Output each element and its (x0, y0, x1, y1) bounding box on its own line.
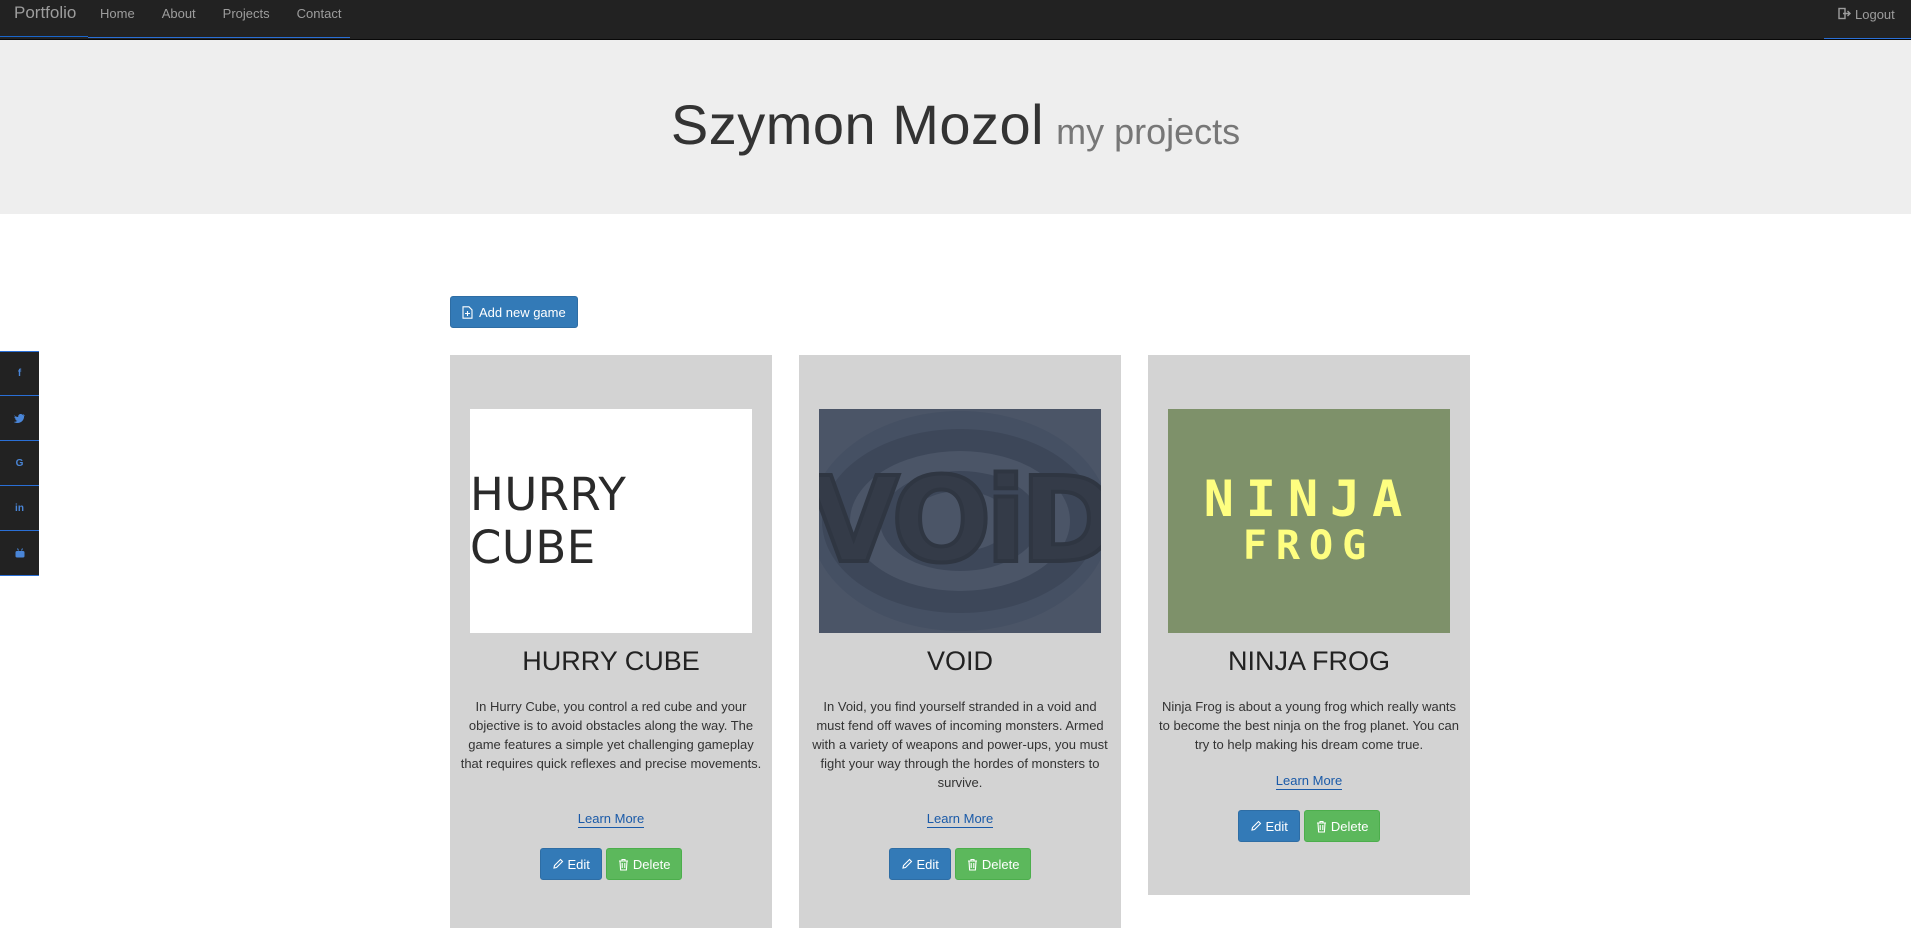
nav-link-contact[interactable]: Contact (297, 0, 342, 38)
edit-button[interactable]: Edit (1237, 810, 1300, 842)
edit-button[interactable]: Edit (539, 848, 602, 880)
edit-label: Edit (916, 856, 939, 872)
void-logo-text: VOiD (819, 451, 1101, 589)
nav-link-home[interactable]: Home (100, 0, 135, 38)
facebook-icon[interactable]: f (0, 351, 39, 396)
delete-button[interactable]: Delete (1303, 810, 1381, 842)
delete-button[interactable]: Delete (605, 848, 683, 880)
twitter-icon[interactable] (0, 396, 39, 441)
social-sidebar: f G in (0, 351, 39, 576)
edit-button[interactable]: Edit (888, 848, 951, 880)
game-title: HURRY CUBE (522, 646, 700, 676)
logout-icon (1838, 7, 1851, 20)
delete-label: Delete (632, 856, 671, 872)
card-actions: Edit Delete (450, 848, 772, 880)
game-title: NINJA FROG (1227, 646, 1390, 676)
void-logo: VOiD (819, 411, 1101, 631)
game-image-ninja-frog[interactable]: NINJA FROG (1168, 409, 1450, 633)
hero-subtitle: my projects (1056, 111, 1241, 152)
game-description: Ninja Frog is about a young frog which r… (1159, 699, 1459, 752)
delete-label: Delete (981, 856, 1020, 872)
learn-more-row: Learn More (1148, 773, 1470, 790)
nav-link-about[interactable]: About (162, 0, 196, 38)
linkedin-icon[interactable]: in (0, 486, 39, 531)
game-description: In Void, you find yourself stranded in a… (812, 699, 1108, 790)
brand-underline (0, 36, 88, 37)
nav-link-projects[interactable]: Projects (223, 0, 270, 38)
ninja-logo-line2: FROG (1242, 523, 1376, 569)
learn-more-row: Learn More (450, 811, 772, 828)
learn-more-link[interactable]: Learn More (577, 811, 645, 828)
edit-label: Edit (567, 856, 590, 872)
trash-icon (967, 858, 977, 871)
card-actions: Edit Delete (799, 848, 1121, 880)
file-plus-icon (462, 305, 473, 319)
game-card-hurry-cube: HURRY CUBE HURRY CUBE In Hurry Cube, you… (450, 355, 772, 928)
google-icon[interactable]: G (0, 441, 39, 486)
game-title: VOID (926, 646, 993, 676)
game-image-hurry-cube[interactable]: HURRY CUBE (470, 409, 752, 633)
trash-icon (1316, 820, 1326, 833)
game-card-void: VOiD VOID In Void, you find yourself str… (799, 355, 1121, 928)
trash-icon (618, 858, 628, 871)
logout-label: Logout (1855, 7, 1895, 22)
brand-link[interactable]: Portfolio (14, 4, 76, 34)
game-image-text: HURRY CUBE (470, 468, 627, 574)
logout-button[interactable]: Logout (1824, 0, 1911, 39)
pencil-icon (552, 858, 563, 869)
top-navbar: Portfolio Home About Projects Contact Lo… (0, 0, 1911, 40)
page-title: Szymon Mozol my projects (0, 92, 1911, 157)
learn-more-link[interactable]: Learn More (1275, 773, 1343, 790)
delete-button[interactable]: Delete (954, 848, 1032, 880)
game-description: In Hurry Cube, you control a red cube an… (460, 699, 762, 771)
pencil-icon (1250, 820, 1261, 831)
hero-banner: Szymon Mozol my projects (0, 40, 1911, 214)
learn-more-link[interactable]: Learn More (926, 811, 994, 828)
add-new-game-button[interactable]: Add new game (450, 296, 578, 328)
edit-label: Edit (1265, 818, 1288, 834)
nav-links: Home About Projects Contact (88, 0, 350, 38)
delete-label: Delete (1330, 818, 1369, 834)
learn-more-row: Learn More (799, 811, 1121, 828)
add-new-game-label: Add new game (479, 304, 566, 320)
game-image-void[interactable]: VOiD (819, 409, 1101, 633)
hero-name: Szymon Mozol (670, 93, 1045, 156)
game-card-ninja-frog: NINJA FROG NINJA FROG Ninja Frog is abou… (1148, 355, 1470, 895)
pencil-icon (901, 858, 912, 869)
ninja-logo-line1: NINJA (1203, 470, 1415, 528)
youtube-icon[interactable] (0, 531, 39, 576)
card-actions: Edit Delete (1148, 810, 1470, 842)
